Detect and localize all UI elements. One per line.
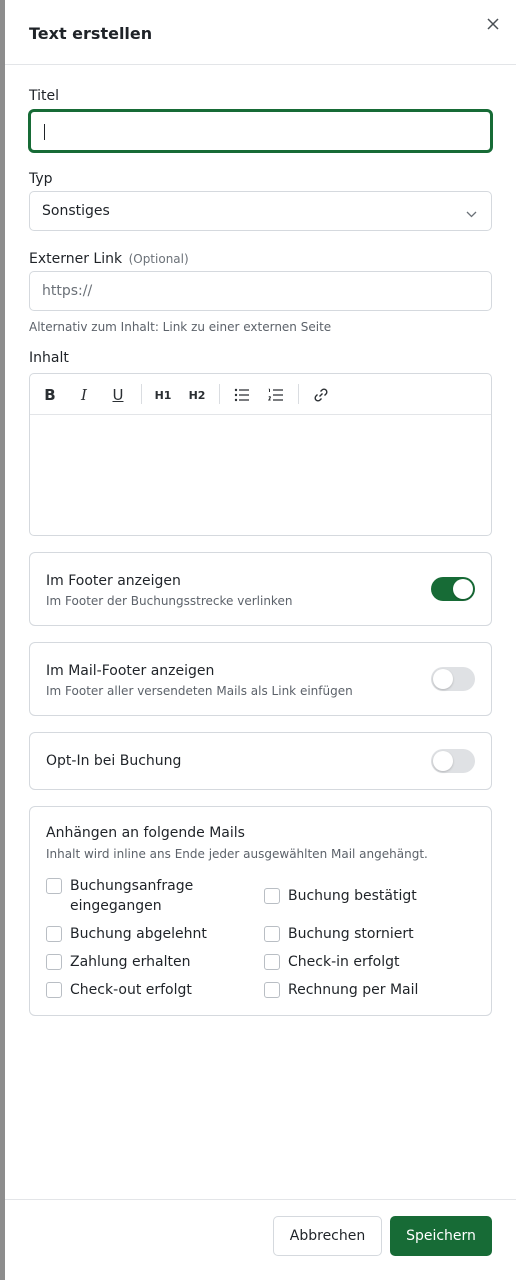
opt-in-setting-title: Opt-In bei Buchung — [46, 753, 182, 769]
checkbox[interactable] — [264, 888, 280, 904]
attach-mails-card: Anhängen an folgende Mails Inhalt wird i… — [29, 806, 492, 1016]
external-link-label-text: Externer Link — [29, 251, 123, 267]
toolbar-divider — [219, 384, 220, 404]
mail-footer-setting-subtitle: Im Footer aller versendeten Mails als Li… — [46, 684, 353, 698]
toolbar-divider — [141, 384, 142, 404]
external-link-input[interactable]: https:// — [29, 271, 492, 311]
mail-footer-toggle[interactable] — [431, 667, 475, 691]
dialog-footer: Abbrechen Speichern — [5, 1199, 516, 1280]
heading2-button[interactable]: H2 — [186, 384, 208, 406]
opt-in-toggle[interactable] — [431, 749, 475, 773]
create-text-dialog: Text erstellen Titel Typ Sonstiges Exter… — [5, 0, 516, 1280]
checkbox-label: Check-out erfolgt — [70, 982, 192, 998]
toggle-knob — [453, 579, 473, 599]
bold-button[interactable]: B — [39, 384, 61, 406]
checkbox-buchung-bestaetigt[interactable]: Buchung bestätigt — [264, 886, 464, 906]
external-link-label: Externer Link (Optional) — [29, 251, 189, 267]
dialog-header: Text erstellen — [5, 0, 516, 65]
checkbox-check-in-erfolgt[interactable]: Check-in erfolgt — [264, 952, 464, 972]
underline-button[interactable]: U — [107, 384, 129, 406]
attach-mails-subtitle: Inhalt wird inline ans Ende jeder ausgew… — [46, 847, 428, 861]
cancel-button[interactable]: Abbrechen — [273, 1216, 382, 1256]
toggle-knob — [433, 669, 453, 689]
checkbox[interactable] — [46, 954, 62, 970]
checkbox-label: Buchung abgelehnt — [70, 926, 207, 942]
title-label: Titel — [29, 88, 60, 104]
rich-text-editor: B I U H1 H2 — [29, 373, 492, 536]
checkbox[interactable] — [264, 954, 280, 970]
checkbox-rechnung-per-mail[interactable]: Rechnung per Mail — [264, 980, 464, 1000]
editor-toolbar: B I U H1 H2 — [30, 374, 491, 415]
text-caret — [44, 124, 45, 140]
italic-button[interactable]: I — [73, 384, 95, 406]
checkbox-buchungsanfrage-eingegangen[interactable]: Buchungsanfrage eingegangen — [46, 876, 246, 916]
title-input[interactable] — [29, 110, 492, 152]
footer-setting-card: Im Footer anzeigen Im Footer der Buchung… — [29, 552, 492, 626]
checkbox-label: Buchung storniert — [288, 926, 414, 942]
toggle-knob — [433, 751, 453, 771]
checkbox-label: Rechnung per Mail — [288, 982, 419, 998]
dialog-title: Text erstellen — [29, 24, 153, 43]
checkbox-buchung-abgelehnt[interactable]: Buchung abgelehnt — [46, 924, 246, 944]
type-select-value: Sonstiges — [42, 203, 110, 219]
checkbox[interactable] — [46, 926, 62, 942]
optional-hint: (Optional) — [128, 252, 189, 266]
checkbox[interactable] — [264, 982, 280, 998]
checkbox-label: Buchungsanfrage eingegangen — [70, 878, 194, 914]
type-select[interactable]: Sonstiges — [29, 191, 492, 231]
checkbox-label: Buchung bestätigt — [288, 888, 417, 904]
bullet-list-icon[interactable] — [231, 384, 253, 406]
checkbox-label: Check-in erfolgt — [288, 954, 400, 970]
toolbar-divider — [298, 384, 299, 404]
attach-mails-title: Anhängen an folgende Mails — [46, 825, 245, 841]
close-icon[interactable] — [483, 14, 503, 34]
link-icon[interactable] — [310, 384, 332, 406]
save-button[interactable]: Speichern — [390, 1216, 492, 1256]
checkbox-check-out-erfolgt[interactable]: Check-out erfolgt — [46, 980, 246, 1000]
footer-toggle[interactable] — [431, 577, 475, 601]
chevron-down-icon — [466, 206, 477, 222]
mail-footer-setting-title: Im Mail-Footer anzeigen — [46, 663, 215, 679]
checkbox[interactable] — [46, 878, 62, 894]
footer-setting-subtitle: Im Footer der Buchungsstrecke verlinken — [46, 594, 293, 608]
type-label: Typ — [29, 171, 53, 187]
footer-setting-title: Im Footer anzeigen — [46, 573, 181, 589]
mail-footer-setting-card: Im Mail-Footer anzeigen Im Footer aller … — [29, 642, 492, 716]
external-link-placeholder: https:// — [42, 283, 93, 299]
heading1-button[interactable]: H1 — [152, 384, 174, 406]
checkbox-buchung-storniert[interactable]: Buchung storniert — [264, 924, 464, 944]
content-label: Inhalt — [29, 350, 69, 366]
ordered-list-icon[interactable] — [265, 384, 287, 406]
checkbox[interactable] — [264, 926, 280, 942]
checkbox-zahlung-erhalten[interactable]: Zahlung erhalten — [46, 952, 246, 972]
opt-in-setting-card: Opt-In bei Buchung — [29, 732, 492, 790]
checkbox[interactable] — [46, 982, 62, 998]
external-link-helper: Alternativ zum Inhalt: Link zu einer ext… — [29, 320, 332, 334]
checkbox-label: Zahlung erhalten — [70, 954, 191, 970]
